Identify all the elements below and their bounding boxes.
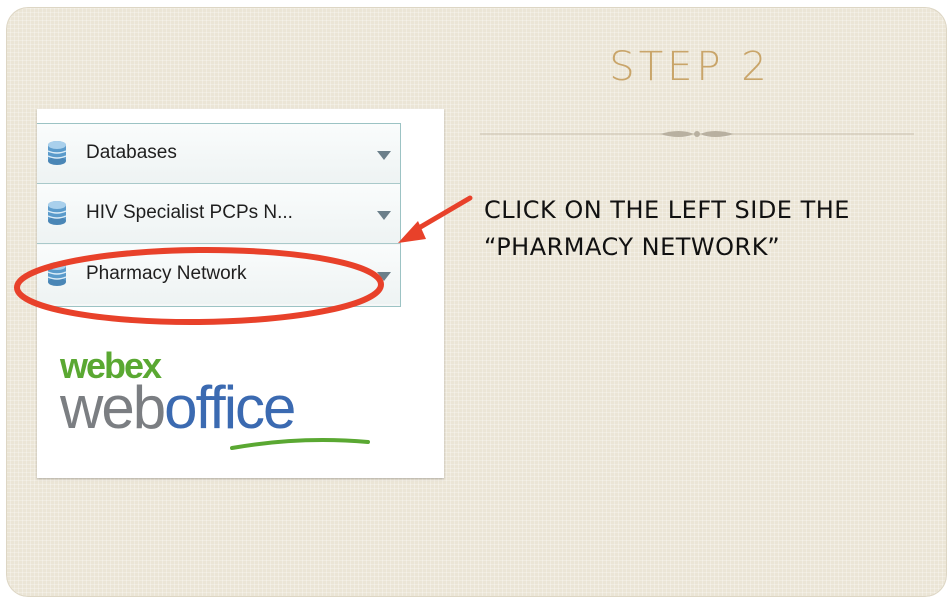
chevron-down-icon[interactable]	[377, 272, 391, 281]
sidebar-item-label: Pharmacy Network	[86, 263, 247, 284]
sidebar-item-databases[interactable]: Databases	[37, 124, 400, 184]
weboffice-logo-office: office	[164, 374, 296, 441]
sidebar-item-label: HIV Specialist PCPs N...	[86, 202, 293, 223]
chevron-down-icon[interactable]	[377, 151, 391, 160]
sidebar-panel: Databases HIV Specialist PCPs N... Pharm…	[37, 123, 401, 307]
instruction-text: CLICK ON THE LEFT SIDE THE “PHARMACY NET…	[484, 196, 850, 261]
sidebar-item-pharmacy-network[interactable]: Pharmacy Network	[37, 245, 400, 304]
sidebar-item-label: Databases	[86, 142, 177, 163]
chevron-down-icon[interactable]	[377, 211, 391, 220]
weboffice-logo-web: web	[60, 374, 166, 441]
ornamental-divider	[480, 131, 914, 137]
database-icon	[47, 262, 67, 286]
slide-title: STEP 2	[609, 44, 771, 90]
logo-swoosh	[230, 438, 370, 450]
sidebar-item-hiv-specialist-pcps[interactable]: HIV Specialist PCPs N...	[37, 184, 400, 244]
database-icon	[47, 141, 67, 165]
database-icon	[47, 201, 67, 225]
